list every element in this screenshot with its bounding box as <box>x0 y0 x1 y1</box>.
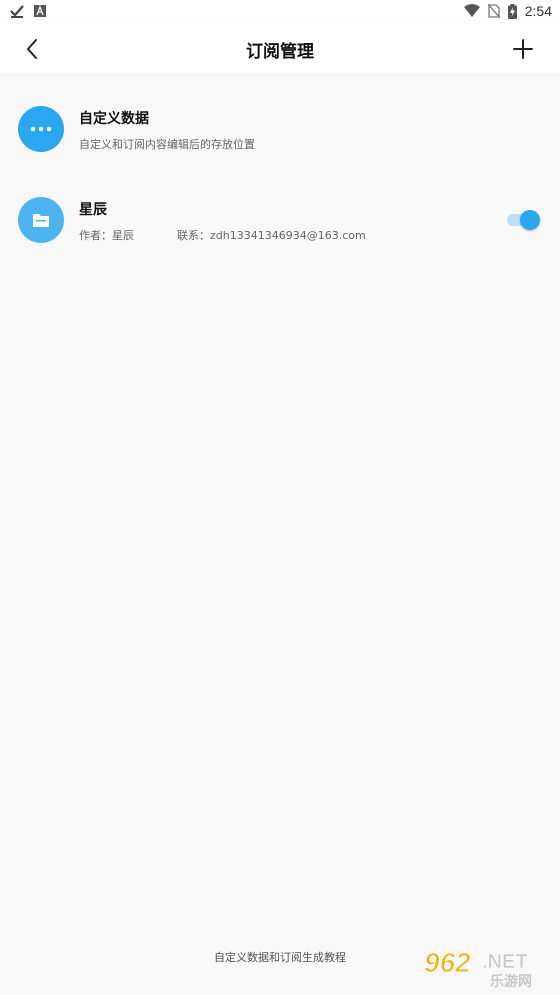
custom-data-avatar <box>18 106 64 152</box>
item-title: 星辰 <box>79 202 107 218</box>
plus-icon <box>513 39 533 59</box>
no-sim-icon <box>487 4 500 18</box>
item-title: 自定义数据 <box>79 111 149 127</box>
status-time: 2:54 <box>524 3 552 19</box>
list-item-custom-data[interactable]: 自定义数据 自定义和订阅内容编辑后的存放位置 <box>0 89 560 169</box>
watermark-logo: 962 .NET 乐游网 <box>424 947 533 989</box>
item-contact: 联系：zdh13341346934@163.com <box>177 229 366 242</box>
item-subtitle: 自定义和订阅内容编辑后的存放位置 <box>79 138 255 151</box>
status-bar: 2:54 <box>0 0 560 24</box>
svg-text:乐游网: 乐游网 <box>490 973 532 988</box>
svg-text:.NET: .NET <box>482 951 528 973</box>
a-notification-icon <box>34 5 46 17</box>
svg-text:962: 962 <box>424 947 471 978</box>
add-subscription-button[interactable] <box>510 36 536 62</box>
subscription-enable-toggle[interactable] <box>505 208 540 230</box>
subscription-avatar <box>18 197 64 243</box>
more-dots-icon <box>30 126 52 132</box>
status-right: 2:54 <box>463 3 552 19</box>
list-item-subscription[interactable]: 星辰 作者：星辰 联系：zdh13341346934@163.com <box>0 180 560 260</box>
status-left <box>10 4 46 18</box>
item-author: 作者：星辰 <box>79 229 134 242</box>
folder-icon <box>33 214 49 227</box>
battery-charging-icon <box>507 3 517 19</box>
page-title: 订阅管理 <box>246 42 314 62</box>
app-bar: 订阅管理 <box>0 24 560 74</box>
toggle-thumb <box>520 210 540 230</box>
wifi-icon <box>463 4 480 17</box>
check-icon <box>10 5 24 18</box>
